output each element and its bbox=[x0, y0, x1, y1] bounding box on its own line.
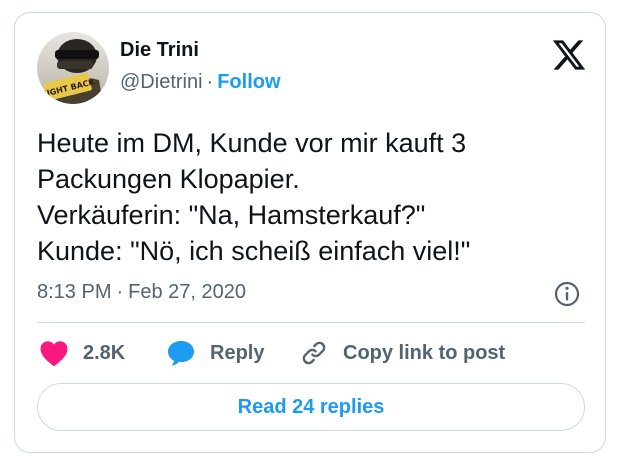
read-replies-label: Read 24 replies bbox=[237, 395, 385, 418]
avatar[interactable]: FIGHT BACK bbox=[37, 32, 109, 104]
link-icon bbox=[302, 341, 326, 365]
copy-link-button[interactable]: Copy link to post bbox=[299, 337, 505, 369]
x-logo-icon[interactable] bbox=[551, 37, 587, 73]
tweet-date: Feb 27, 2020 bbox=[128, 281, 247, 303]
reply-label: Reply bbox=[210, 341, 265, 364]
tweet-time: 8:13 PM bbox=[37, 281, 112, 303]
reply-bubble-icon bbox=[168, 341, 194, 366]
author-name[interactable]: Die Trini bbox=[120, 39, 199, 62]
tweet-card: FIGHT BACK Die Trini @Dietrini · Follow He… bbox=[14, 12, 606, 453]
read-replies-button[interactable]: Read 24 replies bbox=[37, 383, 585, 431]
timestamp-separator: · bbox=[116, 281, 124, 303]
tweet-timestamp: 8:13 PM · Feb 27, 2020 bbox=[37, 281, 246, 304]
tweet-time-link[interactable]: 8:13 PM · Feb 27, 2020 bbox=[37, 281, 246, 303]
author-handle-row: @Dietrini · Follow bbox=[120, 71, 281, 94]
tweet-text: Heute im DM, Kunde vor mir kauft 3 Packu… bbox=[37, 128, 471, 266]
reply-button[interactable]: Reply bbox=[166, 337, 264, 369]
copy-link-label: Copy link to post bbox=[343, 341, 506, 364]
follow-button[interactable]: Follow bbox=[217, 71, 280, 93]
like-count: 2.8K bbox=[83, 341, 126, 364]
handle-separator: · bbox=[206, 71, 214, 93]
like-button[interactable]: 2.8K bbox=[39, 337, 125, 369]
divider bbox=[37, 322, 585, 323]
info-icon[interactable] bbox=[553, 280, 581, 308]
author-handle[interactable]: @Dietrini bbox=[120, 71, 203, 93]
heart-icon bbox=[40, 341, 68, 367]
avatar-image: FIGHT BACK bbox=[37, 32, 109, 104]
